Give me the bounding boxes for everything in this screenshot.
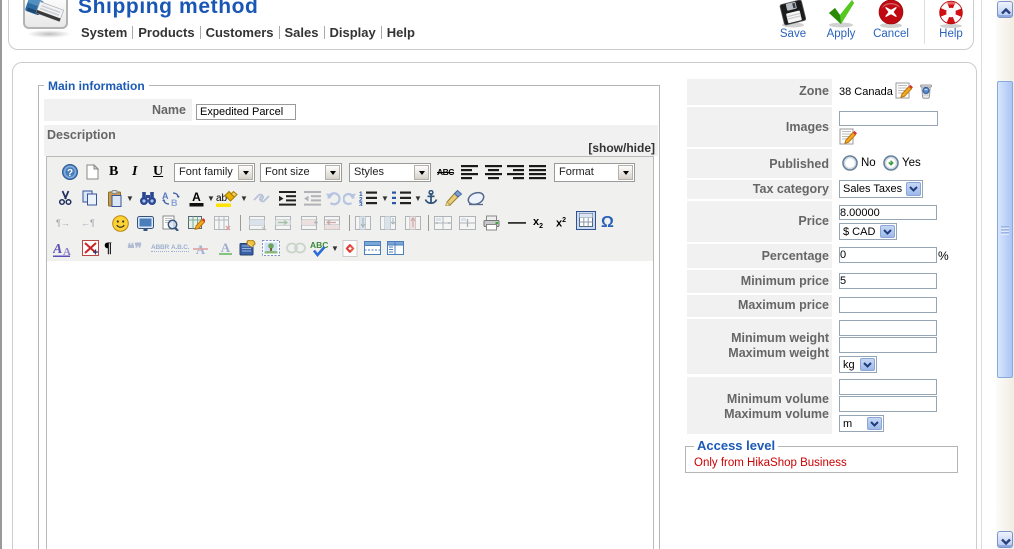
svg-text:ABC: ABC: [310, 240, 328, 250]
svg-text:A: A: [162, 191, 169, 201]
svg-text:A: A: [192, 190, 201, 204]
svg-text:3: 3: [359, 202, 363, 207]
svg-text:A: A: [63, 246, 71, 257]
svg-text:A: A: [221, 240, 231, 255]
svg-text:¶→: ¶→: [56, 218, 70, 228]
svg-text:A: A: [53, 242, 62, 257]
svg-text:←¶: ←¶: [81, 218, 95, 228]
svg-text:B: B: [171, 198, 178, 206]
svg-text:?: ?: [67, 168, 73, 179]
